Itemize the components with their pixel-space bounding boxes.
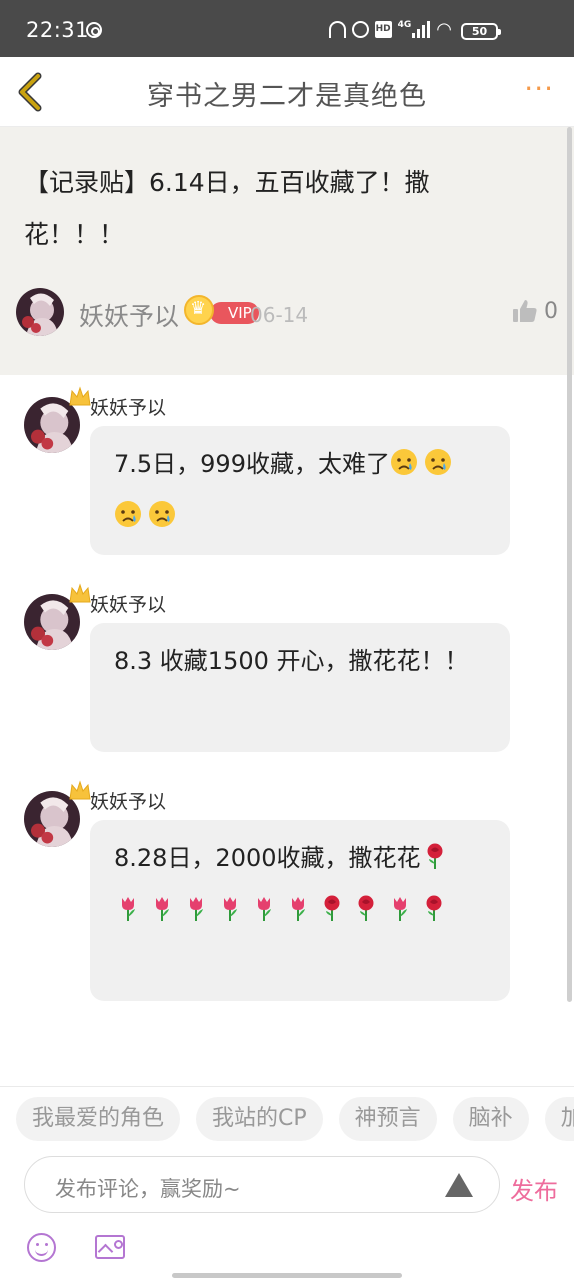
topic-chip[interactable]: 神预言: [338, 1097, 437, 1141]
topic-chip[interactable]: 脑补: [452, 1097, 529, 1141]
tulip-icon: [216, 888, 244, 921]
comment-input[interactable]: 发布评论，赢奖励~: [24, 1156, 500, 1213]
tulip-icon: [148, 888, 176, 921]
publish-button[interactable]: 发布: [510, 1171, 558, 1206]
tulip-icon: [182, 888, 210, 921]
crown-icon: [68, 582, 92, 604]
tulip-icon: [386, 888, 414, 921]
comment-bubble[interactable]: 7.5日，999收藏，太难了: [90, 426, 510, 555]
comment-author[interactable]: 妖妖予以: [90, 590, 166, 617]
comment-text: 7.5日，999收藏，太难了: [114, 450, 390, 478]
original-post: 【记录贴】6.14日，五百收藏了！撒花！！！ 妖妖予以 VIP 06-14 0: [0, 127, 574, 375]
comment-text: 8.28日，2000收藏，撒花花: [114, 844, 421, 872]
crying-face-icon: [114, 494, 142, 527]
comment-item[interactable]: 妖妖予以 8.3 收藏1500 开心，撒花花！！: [0, 583, 574, 759]
comment-input-placeholder: 发布评论，赢奖励~: [55, 1177, 241, 1201]
like-count: 0: [544, 299, 558, 324]
wifi-icon: ◠: [436, 19, 452, 40]
avatar-image: [16, 288, 64, 336]
topic-chip[interactable]: 我站的CP: [196, 1097, 323, 1141]
nav-bar: 穿书之男二才是真绝色 ···: [0, 57, 574, 127]
crying-face-icon: [148, 494, 176, 527]
comment-bubble[interactable]: 8.28日，2000收藏，撒花花: [90, 820, 510, 1001]
home-indicator[interactable]: [172, 1273, 402, 1278]
page-title: 穿书之男二才是真绝色: [147, 81, 427, 112]
battery-icon: 50: [461, 23, 501, 40]
comment-text: 8.3 收藏1500 开心，撒花花！！: [114, 647, 469, 675]
status-bar: 22:31 HD 4G ◠ 50: [0, 0, 574, 57]
rose-icon: [421, 836, 449, 869]
avatar[interactable]: [16, 288, 64, 336]
topic-chips: 我最爱的角色 我站的CP 神预言 脑补加: [16, 1097, 574, 1143]
status-icons: HD 4G ◠: [328, 19, 452, 40]
crown-icon: [68, 385, 92, 407]
crown-icon: [184, 295, 214, 325]
crying-face-icon: [424, 442, 452, 475]
emoji-icon[interactable]: [27, 1233, 56, 1262]
comment-item[interactable]: 妖妖予以 7.5日，999收藏，太难了: [0, 386, 574, 562]
sync-icon: [86, 22, 102, 38]
rose-icon: [420, 888, 448, 921]
image-icon[interactable]: [95, 1235, 125, 1259]
tulip-icon: [114, 888, 142, 921]
comment-bubble[interactable]: 8.3 收藏1500 开心，撒花花！！: [90, 623, 510, 752]
comment-author[interactable]: 妖妖予以: [90, 787, 166, 814]
status-time: 22:31: [26, 18, 90, 42]
tulip-icon: [284, 888, 312, 921]
crown-icon: [68, 779, 92, 801]
triangle-icon[interactable]: [445, 1173, 473, 1197]
crying-face-icon: [390, 442, 418, 475]
bottom-bar: 我最爱的角色 我站的CP 神预言 脑补加 发布评论，赢奖励~ 发布: [0, 1086, 574, 1280]
more-icon[interactable]: ···: [524, 75, 554, 103]
tulip-icon: [250, 888, 278, 921]
thumbs-up-icon[interactable]: [512, 298, 538, 324]
comment-author[interactable]: 妖妖予以: [90, 393, 166, 420]
topic-chip[interactable]: 加: [544, 1097, 574, 1141]
alarm-icon: [351, 21, 369, 38]
post-date: 06-14: [250, 303, 309, 327]
topic-chip[interactable]: 我最爱的角色: [16, 1097, 181, 1141]
rose-icon: [318, 888, 346, 921]
post-author[interactable]: 妖妖予以: [79, 297, 179, 333]
rose-icon: [352, 888, 380, 921]
comment-item[interactable]: 妖妖予以 8.28日，2000收藏，撒花花: [0, 780, 574, 1008]
hd-icon: HD: [374, 21, 392, 38]
post-text: 【记录贴】6.14日，五百收藏了！撒花！！！: [24, 168, 430, 249]
network-type: 4G: [397, 19, 412, 30]
signal-icon: [412, 21, 431, 38]
headphones-icon: [328, 21, 346, 38]
